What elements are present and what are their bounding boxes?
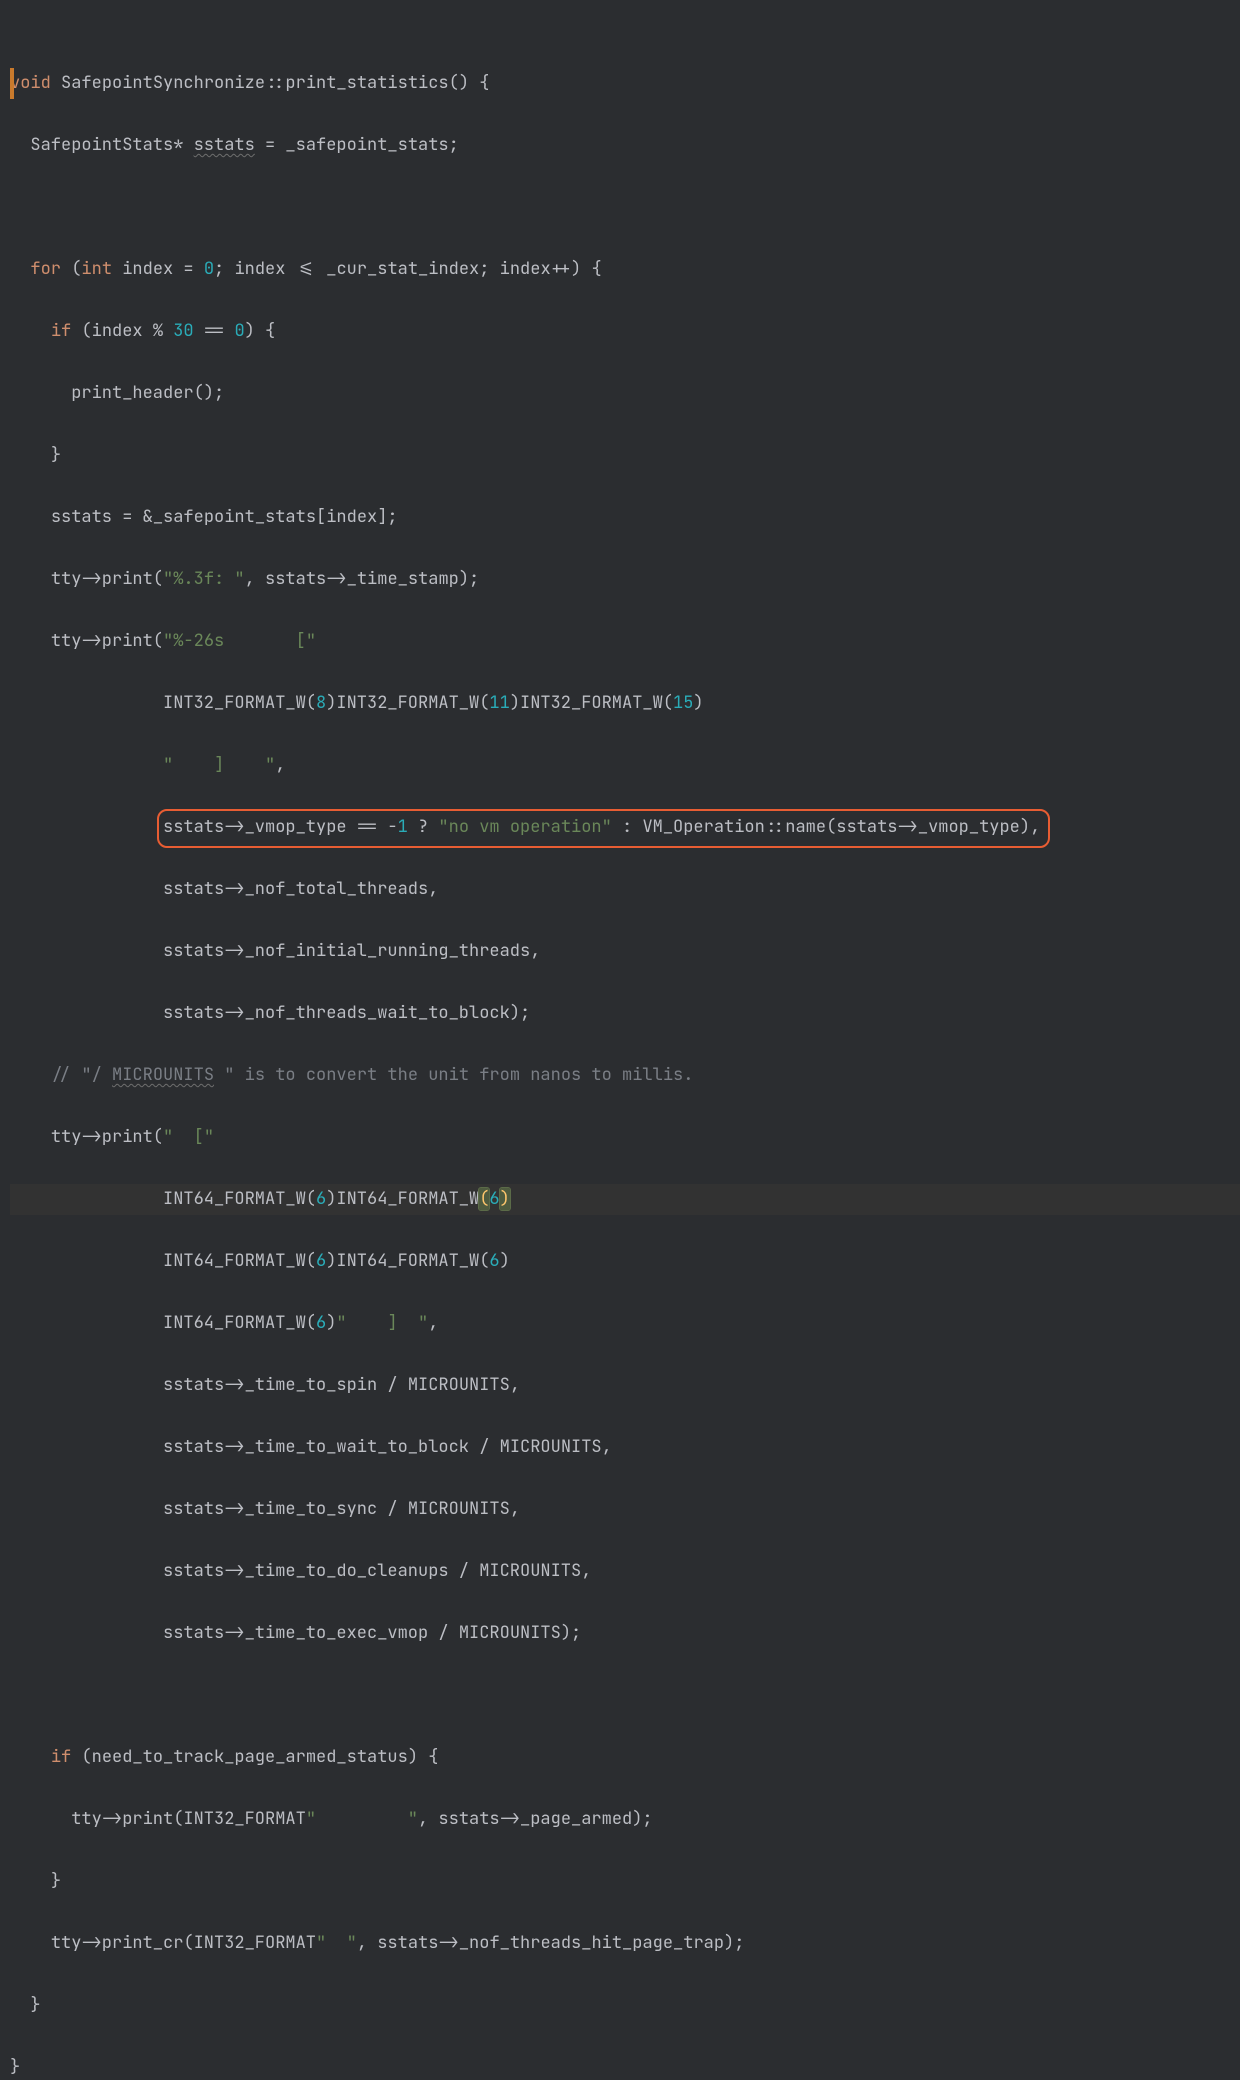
bracket-highlight-close: ) xyxy=(500,1188,510,1210)
code-line: tty->print(" [" xyxy=(10,1122,1240,1153)
code-line: print_header(); xyxy=(10,378,1240,409)
code-line: if (need_to_track_page_armed_status) { xyxy=(10,1742,1240,1773)
code-line: tty->print("%-26s [" xyxy=(10,626,1240,657)
code-line: sstats->_nof_total_threads, xyxy=(10,874,1240,905)
code-line: } xyxy=(10,2052,1240,2080)
code-line: sstats->_time_to_spin / MICROUNITS, xyxy=(10,1370,1240,1401)
gutter-marker xyxy=(10,68,14,99)
code-line: INT32_FORMAT_W(8)INT32_FORMAT_W(11)INT32… xyxy=(10,688,1240,719)
code-line: sstats->_time_to_sync / MICROUNITS, xyxy=(10,1494,1240,1525)
code-line: sstats->_time_to_do_cleanups / MICROUNIT… xyxy=(10,1556,1240,1587)
code-line xyxy=(10,192,1240,223)
code-line: tty->print(INT32_FORMAT" ", sstats->_pag… xyxy=(10,1804,1240,1835)
code-line: " ] ", xyxy=(10,750,1240,781)
code-line: sstats->_nof_threads_wait_to_block); xyxy=(10,998,1240,1029)
code-line: sstats->_nof_initial_running_threads, xyxy=(10,936,1240,967)
code-line: INT64_FORMAT_W(6)INT64_FORMAT_W(6) xyxy=(10,1246,1240,1277)
code-line: for (int index = 0; index <= _cur_stat_i… xyxy=(10,254,1240,285)
code-line: sstats->_vmop_type == -1 ? "no vm operat… xyxy=(10,812,1240,843)
code-line xyxy=(10,1680,1240,1711)
code-line: } xyxy=(10,1990,1240,2021)
keyword-void: void xyxy=(10,72,51,94)
code-line: SafepointStats* sstats = _safepoint_stat… xyxy=(10,130,1240,161)
code-line: void SafepointSynchronize::print_statist… xyxy=(10,68,1240,99)
code-editor[interactable]: void SafepointSynchronize::print_statist… xyxy=(0,0,1240,2080)
code-line: } xyxy=(10,440,1240,471)
code-line: sstats->_time_to_wait_to_block / MICROUN… xyxy=(10,1432,1240,1463)
code-line-current: INT64_FORMAT_W(6)INT64_FORMAT_W(6) xyxy=(10,1184,1240,1215)
code-line: } xyxy=(10,1866,1240,1897)
bracket-highlight-open: ( xyxy=(479,1188,489,1210)
code-line: INT64_FORMAT_W(6)" ] ", xyxy=(10,1308,1240,1339)
code-line: tty->print("%.3f: ", sstats->_time_stamp… xyxy=(10,564,1240,595)
code-line: if (index % 30 == 0) { xyxy=(10,316,1240,347)
code-line: tty->print_cr(INT32_FORMAT" ", sstats->_… xyxy=(10,1928,1240,1959)
code-line: // "/ MICROUNITS " is to convert the uni… xyxy=(10,1060,1240,1091)
code-line: sstats = &_safepoint_stats[index]; xyxy=(10,502,1240,533)
code-line: sstats->_time_to_exec_vmop / MICROUNITS)… xyxy=(10,1618,1240,1649)
